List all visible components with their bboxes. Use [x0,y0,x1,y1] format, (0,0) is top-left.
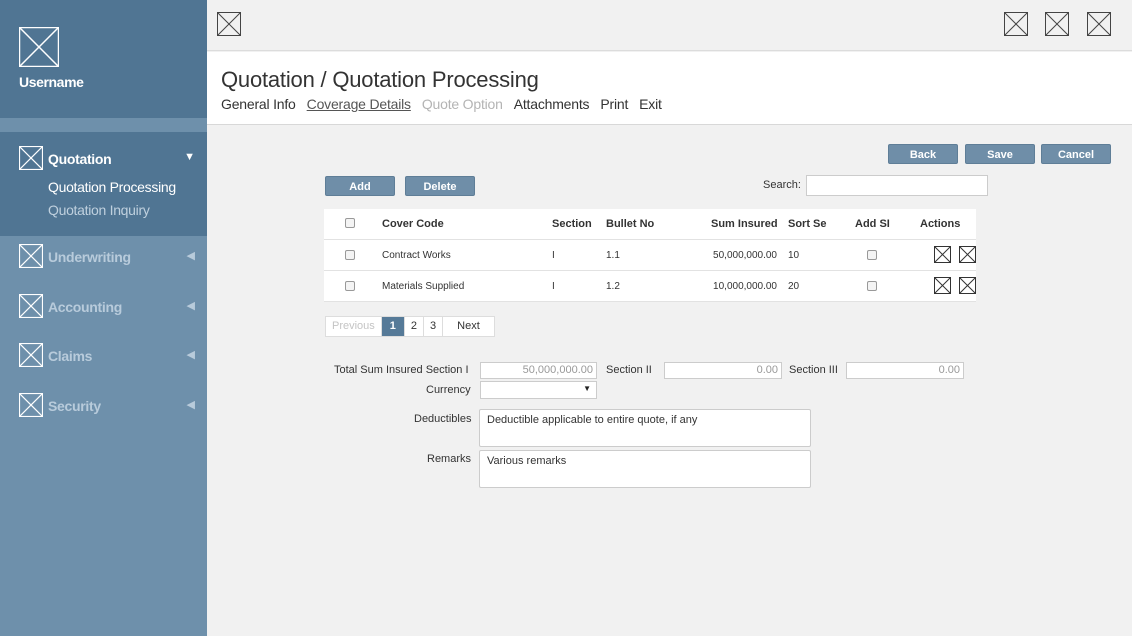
bullet-no-cell: 1.2 [606,281,620,292]
sidebar-quotation-group: Quotation ▼ Quotation Processing Quotati… [0,132,207,236]
tab-bar: General Info Coverage Details Quote Opti… [221,96,662,112]
currency-select[interactable]: ▼ [480,381,597,399]
edit-row-icon[interactable] [934,277,951,294]
pagination-next[interactable]: Next [443,317,494,336]
notifications-icon[interactable] [1004,12,1028,36]
section-ii-label: Section II [606,364,652,376]
search-input[interactable] [806,175,988,196]
pagination: Previous 1 2 3 Next [325,316,495,337]
column-header-add-si: Add SI [855,218,890,230]
sidebar-item-label: Quotation [48,151,112,167]
add-si-checkbox[interactable] [867,281,877,291]
column-header-actions: Actions [920,218,961,230]
sidebar-item-underwriting[interactable]: Underwriting ◀ [0,242,207,272]
save-button[interactable]: Save [965,144,1035,164]
edit-row-icon[interactable] [934,246,951,263]
sidebar-subitem-quotation-processing[interactable]: Quotation Processing [48,179,176,195]
messages-icon[interactable] [1045,12,1069,36]
sidebar-item-quotation[interactable]: Quotation ▼ [0,144,207,174]
chevron-left-icon: ◀ [186,300,195,312]
user-menu-icon[interactable] [1087,12,1111,36]
chevron-left-icon: ◀ [186,349,195,361]
section-cell: I [552,250,555,261]
row-select-checkbox[interactable] [345,281,355,291]
add-button[interactable]: Add [325,176,395,196]
pagination-page-1[interactable]: 1 [381,317,405,336]
table-row: Materials Supplied I 1.2 10,000,000.00 2… [324,271,976,302]
total-sum-insured-field: 50,000,000.00 [480,362,597,379]
pagination-previous: Previous [326,317,382,336]
sidebar-item-label: Security [48,398,101,414]
chevron-left-icon: ◀ [186,399,195,411]
column-header-section: Section [552,218,592,230]
remarks-textarea[interactable]: Various remarks [479,450,811,488]
page-title: Quotation / Quotation Processing [221,67,539,92]
tab-quote-option: Quote Option [421,96,503,112]
cover-code-cell: Materials Supplied [382,281,465,292]
sum-insured-cell: 50,000,000.00 [713,250,777,261]
tab-exit[interactable]: Exit [639,96,662,112]
caret-down-icon: ▼ [583,384,591,393]
total-sum-insured-label: Total Sum Insured Section I [334,364,469,376]
section-iii-field: 0.00 [846,362,964,379]
pagination-page-3[interactable]: 3 [424,317,444,336]
sidebar-user-panel: Username [0,0,207,118]
tab-coverage-details[interactable]: Coverage Details [307,96,411,112]
column-header-sum-insured: Sum Insured [711,218,778,230]
sidebar-item-label: Claims [48,348,93,364]
accounting-icon [19,294,43,318]
sidebar-subitem-quotation-inquiry[interactable]: Quotation Inquiry [48,202,150,218]
delete-button[interactable]: Delete [405,176,475,196]
add-si-checkbox[interactable] [867,250,877,260]
chevron-down-icon: ▼ [184,151,195,163]
underwriting-icon [19,244,43,268]
section-ii-field: 0.00 [664,362,782,379]
column-header-bullet-no: Bullet No [606,218,655,230]
section-iii-label: Section III [789,364,838,376]
deductibles-label: Deductibles [414,413,472,425]
sidebar-item-security[interactable]: Security ◀ [0,391,207,421]
back-button[interactable]: Back [888,144,958,164]
username-label: Username [19,74,84,90]
tab-attachments[interactable]: Attachments [514,96,590,112]
avatar-placeholder-icon [19,27,59,67]
remarks-label: Remarks [427,453,472,465]
page-header: Quotation / Quotation Processing General… [207,52,1132,125]
quotation-icon [19,146,43,170]
sidebar-item-claims[interactable]: Claims ◀ [0,341,207,371]
pagination-page-2[interactable]: 2 [405,317,425,336]
column-header-sort-seq: Sort Se [788,218,827,230]
currency-label: Currency [426,384,471,396]
select-all-checkbox[interactable] [345,218,355,228]
sort-seq-cell: 20 [788,281,800,292]
delete-row-icon[interactable] [959,246,976,263]
table-row: Contract Works I 1.1 50,000,000.00 10 [324,240,976,271]
search-label: Search: [763,179,801,191]
chevron-left-icon: ◀ [186,250,195,262]
tab-general-info[interactable]: General Info [221,96,296,112]
tab-print[interactable]: Print [600,96,628,112]
row-select-checkbox[interactable] [345,250,355,260]
sort-seq-cell: 10 [788,250,800,261]
coverage-table: Cover Code Section Bullet No Sum Insured… [324,209,976,302]
security-icon [19,393,43,417]
menu-toggle-icon[interactable] [217,12,241,36]
sum-insured-cell: 10,000,000.00 [713,281,777,292]
top-bar [207,0,1132,51]
sidebar: Username Quotation ▼ Quotation Processin… [0,0,207,636]
sidebar-item-label: Accounting [48,299,122,315]
cover-code-cell: Contract Works [382,250,451,261]
bullet-no-cell: 1.1 [606,250,620,261]
claims-icon [19,343,43,367]
sidebar-item-accounting[interactable]: Accounting ◀ [0,292,207,322]
table-header-row: Cover Code Section Bullet No Sum Insured… [324,209,976,240]
cancel-button[interactable]: Cancel [1041,144,1111,164]
sidebar-item-label: Underwriting [48,249,131,265]
delete-row-icon[interactable] [959,277,976,294]
column-header-cover-code: Cover Code [382,218,444,230]
deductibles-textarea[interactable]: Deductible applicable to entire quote, i… [479,409,811,447]
section-cell: I [552,281,555,292]
